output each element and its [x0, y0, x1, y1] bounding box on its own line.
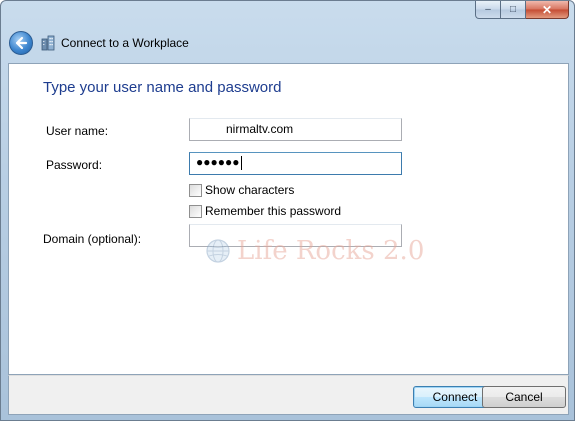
password-field[interactable]: ●●●●●● [189, 152, 402, 175]
username-field[interactable]: nirmaltv.com [189, 118, 402, 141]
title-bar: – □ ✕ Connect to a Workplace [1, 1, 574, 63]
maximize-icon: □ [509, 3, 517, 15]
cancel-button[interactable]: Cancel [482, 386, 566, 408]
minimize-icon: – [485, 3, 491, 15]
minimize-button[interactable]: – [475, 1, 501, 19]
password-label: Password: [46, 158, 103, 172]
content-pane: Type your user name and password User na… [8, 63, 569, 375]
remember-password-label[interactable]: Remember this password [205, 204, 341, 218]
close-icon: ✕ [541, 2, 553, 17]
button-bar: Connect Cancel [8, 375, 569, 415]
password-value: ●●●●●● [196, 155, 242, 170]
close-button[interactable]: ✕ [526, 1, 569, 19]
back-button[interactable] [9, 31, 33, 55]
network-workplace-icon [41, 35, 55, 51]
show-characters-label[interactable]: Show characters [205, 183, 294, 197]
text-caret [240, 155, 242, 170]
show-characters-checkbox[interactable] [189, 184, 202, 197]
username-value: nirmaltv.com [226, 122, 294, 136]
watermark-text: Life Rocks 2.0 [237, 236, 425, 266]
dialog-window: – □ ✕ Connect to a Workplace Type your u… [0, 0, 575, 421]
maximize-button[interactable]: □ [501, 1, 526, 19]
window-title: Connect to a Workplace [61, 36, 189, 50]
watermark: Life Rocks 2.0 [205, 236, 424, 266]
back-arrow-icon [15, 36, 28, 50]
caption-buttons: – □ ✕ [475, 1, 569, 19]
page-heading: Type your user name and password [43, 79, 282, 96]
domain-label: Domain (optional): [43, 232, 142, 246]
globe-icon [206, 239, 230, 263]
username-label: User name: [46, 124, 109, 138]
remember-password-checkbox[interactable] [189, 205, 202, 218]
